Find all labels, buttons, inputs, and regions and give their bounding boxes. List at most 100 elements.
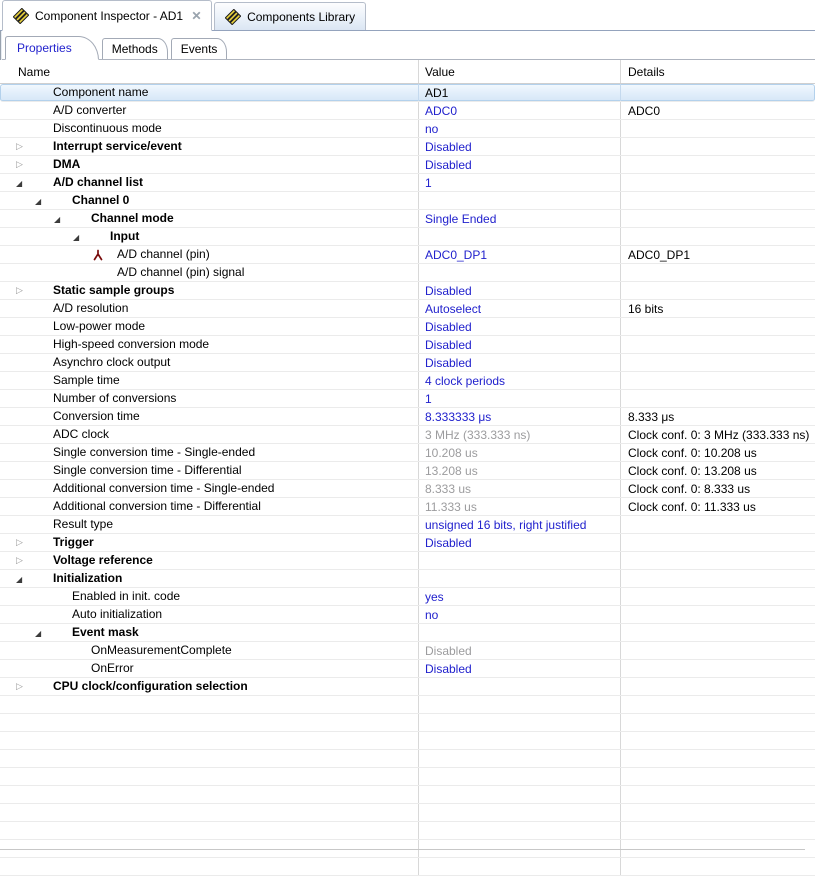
value-cell[interactable]: 8.333333 μs xyxy=(418,408,620,425)
property-row[interactable]: Additional conversion time - Differentia… xyxy=(0,498,815,516)
name-cell: High-speed conversion mode xyxy=(0,336,418,353)
value-cell[interactable] xyxy=(418,570,620,587)
name-cell xyxy=(0,696,418,713)
property-row[interactable]: OnMeasurementComplete Disabled xyxy=(0,642,815,660)
expand-arrow-icon[interactable]: ◢ xyxy=(73,228,87,245)
collapse-arrow-icon[interactable]: ▷ xyxy=(16,138,30,155)
value-cell[interactable]: 3 MHz (333.333 ns) xyxy=(418,426,620,443)
property-row[interactable]: Auto initialization no xyxy=(0,606,815,624)
property-row[interactable]: Enabled in init. code yes xyxy=(0,588,815,606)
property-name: Additional conversion time - Differentia… xyxy=(53,499,261,513)
property-row[interactable]: ◢ A/D channel list 1 xyxy=(0,174,815,192)
value-cell[interactable]: 11.333 us xyxy=(418,498,620,515)
value-cell[interactable] xyxy=(418,552,620,569)
property-row[interactable]: ADC clock 3 MHz (333.333 ns) Clock conf. 0… xyxy=(0,426,815,444)
property-row[interactable]: ▷ Trigger Disabled xyxy=(0,534,815,552)
collapse-arrow-icon[interactable]: ▷ xyxy=(16,282,30,299)
property-row[interactable]: Single conversion time - Single-ended 10.… xyxy=(0,444,815,462)
value-cell[interactable]: no xyxy=(418,120,620,137)
value-cell[interactable]: unsigned 16 bits, right justified xyxy=(418,516,620,533)
value-cell[interactable]: Disabled xyxy=(418,660,620,677)
property-row[interactable]: ◢ Event mask xyxy=(0,624,815,642)
property-row[interactable]: ▷ Interrupt service/event Disabled xyxy=(0,138,815,156)
tab-properties[interactable]: Properties xyxy=(5,36,99,60)
property-row[interactable]: Component name AD1 xyxy=(0,84,815,102)
value-cell[interactable]: 8.333 us xyxy=(418,480,620,497)
expand-arrow-icon[interactable]: ◢ xyxy=(54,210,68,227)
property-row[interactable]: ◢ Initialization xyxy=(0,570,815,588)
value-cell[interactable]: Disabled xyxy=(418,336,620,353)
value-cell[interactable]: Disabled xyxy=(418,354,620,371)
collapse-arrow-icon[interactable]: ▷ xyxy=(16,534,30,551)
property-row[interactable]: ◢ Channel mode Single Ended xyxy=(0,210,815,228)
property-row[interactable]: Asynchro clock output Disabled xyxy=(0,354,815,372)
property-row[interactable]: ▷ Static sample groups Disabled xyxy=(0,282,815,300)
value-cell[interactable] xyxy=(418,624,620,641)
name-cell xyxy=(0,858,418,875)
property-row[interactable]: ▷ DMA Disabled xyxy=(0,156,815,174)
details-cell xyxy=(620,570,815,587)
property-row[interactable]: Discontinuous mode no xyxy=(0,120,815,138)
property-row[interactable]: OnError Disabled xyxy=(0,660,815,678)
value-cell[interactable] xyxy=(418,228,620,245)
value-cell[interactable]: AD1 xyxy=(418,84,620,101)
value-cell[interactable]: Disabled xyxy=(418,318,620,335)
property-row[interactable]: ▷ Voltage reference xyxy=(0,552,815,570)
value-cell[interactable] xyxy=(418,192,620,209)
expand-arrow-icon[interactable]: ◢ xyxy=(16,174,30,191)
property-row[interactable]: A/D channel (pin) signal xyxy=(0,264,815,282)
property-row[interactable]: Conversion time 8.333333 μs 8.333 μs xyxy=(0,408,815,426)
property-name: Enabled in init. code xyxy=(72,589,181,603)
value-cell[interactable]: ADC0_DP1 xyxy=(418,246,620,263)
value-cell[interactable]: 1 xyxy=(418,174,620,191)
expand-arrow-icon[interactable]: ◢ xyxy=(35,192,49,209)
property-row[interactable]: Result type unsigned 16 bits, right justi… xyxy=(0,516,815,534)
property-row[interactable]: A/D converter ADC0 ADC0 xyxy=(0,102,815,120)
property-row[interactable]: A/D resolution Autoselect 16 bits xyxy=(0,300,815,318)
value-cell[interactable]: 4 clock periods xyxy=(418,372,620,389)
empty-row xyxy=(0,858,815,876)
value-cell[interactable]: 1 xyxy=(418,390,620,407)
value-cell[interactable]: Disabled xyxy=(418,282,620,299)
collapse-arrow-icon[interactable]: ▷ xyxy=(16,156,30,173)
value-cell[interactable]: Autoselect xyxy=(418,300,620,317)
tab-events[interactable]: Events xyxy=(170,38,228,59)
value-cell[interactable]: ADC0 xyxy=(418,102,620,119)
value-cell[interactable]: yes xyxy=(418,588,620,605)
property-row[interactable]: Number of conversions 1 xyxy=(0,390,815,408)
value-cell[interactable]: Disabled xyxy=(418,534,620,551)
value-cell[interactable]: no xyxy=(418,606,620,623)
tab-methods[interactable]: Methods xyxy=(101,38,168,59)
property-row[interactable]: ◢ Input xyxy=(0,228,815,246)
collapse-arrow-icon[interactable]: ▷ xyxy=(16,552,30,569)
details-cell xyxy=(620,588,815,605)
value-cell[interactable] xyxy=(418,678,620,695)
property-row[interactable]: Sample time 4 clock periods xyxy=(0,372,815,390)
view-tab-components-library[interactable]: Components Library xyxy=(214,2,367,30)
value-cell[interactable]: Disabled xyxy=(418,138,620,155)
property-row[interactable]: Additional conversion time - Single-ende… xyxy=(0,480,815,498)
value-cell[interactable]: 13.208 us xyxy=(418,462,620,479)
view-tab-component-inspector[interactable]: Component Inspector - AD1 xyxy=(2,0,213,31)
name-cell: ▷ Trigger xyxy=(0,534,418,551)
property-row[interactable]: High-speed conversion mode Disabled xyxy=(0,336,815,354)
collapse-arrow-icon[interactable]: ▷ xyxy=(16,678,30,695)
value-cell[interactable]: 10.208 us xyxy=(418,444,620,461)
value-cell[interactable]: Disabled xyxy=(418,642,620,659)
expand-arrow-icon[interactable]: ◢ xyxy=(16,570,30,587)
name-cell: ADC clock xyxy=(0,426,418,443)
property-row[interactable]: Single conversion time - Differential 13.… xyxy=(0,462,815,480)
close-icon[interactable] xyxy=(192,11,201,20)
value-cell[interactable]: Single Ended xyxy=(418,210,620,227)
expand-arrow-icon[interactable]: ◢ xyxy=(35,624,49,641)
name-cell: Number of conversions xyxy=(0,390,418,407)
property-row[interactable]: ◢ Channel 0 xyxy=(0,192,815,210)
details-cell xyxy=(620,534,815,551)
property-row[interactable]: Low-power mode Disabled xyxy=(0,318,815,336)
property-row[interactable]: ▷ CPU clock/configuration selection xyxy=(0,678,815,696)
property-row[interactable]: A/D channel (pin) ADC0_DP1 ADC0_DP1 xyxy=(0,246,815,264)
value-cell[interactable]: Disabled xyxy=(418,156,620,173)
value-cell[interactable] xyxy=(418,264,620,281)
